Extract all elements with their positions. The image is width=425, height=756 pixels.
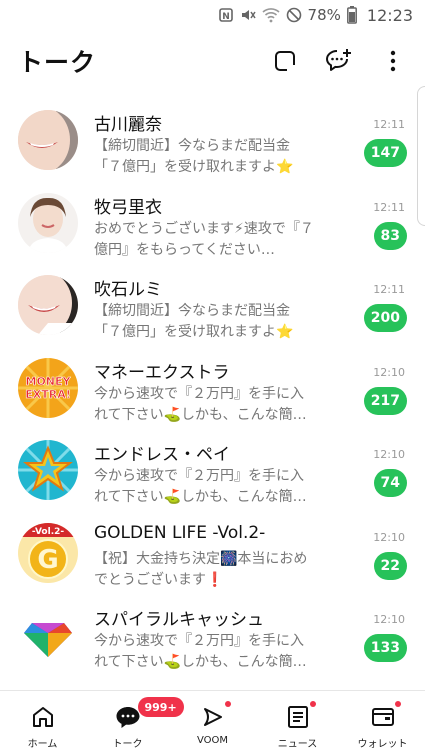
chat-name: スパイラルキャッシュ <box>94 610 264 630</box>
svg-text:EXTRA!: EXTRA! <box>25 388 71 401</box>
woman-portrait-avatar <box>18 192 78 253</box>
chat-time: 12:10 <box>373 365 405 379</box>
svg-text:G: G <box>37 545 58 575</box>
star-burst-logo <box>18 440 78 500</box>
nav-voom[interactable]: VOOM <box>170 691 255 756</box>
unread-count-badge: 133 <box>363 634 407 662</box>
svg-text:N: N <box>222 12 230 22</box>
news-notification-dot <box>309 701 316 707</box>
chat-row[interactable]: スパイラルキャッシュ 今から速攻で『２万円』を手に入れて下さい⛳しかも、こんな簡… <box>0 593 425 676</box>
chat-preview: 【締切間近】今ならまだ配当金「７億円」を受け取れますよ⭐ <box>94 138 294 175</box>
unread-count-badge: 83 <box>373 221 407 250</box>
nav-label: トーク <box>112 739 143 750</box>
chat-time: 12:10 <box>373 448 405 461</box>
voom-icon <box>199 703 227 731</box>
news-icon <box>284 703 312 731</box>
new-chat-button[interactable] <box>325 47 353 75</box>
header-actions <box>271 30 407 92</box>
chat-row[interactable]: -Vol.2- G GOLDEN LIFE -Vol.2- 【祝】大金持ち決定🎆本… <box>0 511 425 594</box>
no-sim-icon <box>286 7 302 23</box>
nav-label: VOOM <box>196 735 229 746</box>
woman-smile-avatar <box>18 275 78 335</box>
more-menu-button[interactable] <box>379 47 407 75</box>
svg-text:-Vol.2-: -Vol.2- <box>32 527 65 537</box>
chat-list: 古川麗奈 【締切間近】今ならまだ配当金「７億円」を受け取れますよ⭐ 12:11 … <box>0 98 425 690</box>
rounded-square-icon <box>275 51 295 71</box>
nav-label: ホーム <box>27 739 58 750</box>
chat-preview: おめでとうございます⚡速攻で『７億円』をもらってください… <box>94 220 314 258</box>
status-time: 12:23 <box>366 5 413 25</box>
chat-name: GOLDEN LIFE -Vol.2- <box>94 522 266 543</box>
nav-home[interactable]: ホーム <box>0 691 85 756</box>
chat-preview: 【締切間近】今ならまだ配当金「７億円」を受け取れますよ⭐ <box>94 303 294 340</box>
unread-count-badge: 147 <box>363 139 407 167</box>
nav-label: ウォレット <box>357 739 408 750</box>
unread-count-badge: 74 <box>373 469 407 497</box>
chat-row[interactable]: 吹石ルミ 【締切間近】今ならまだ配当金「７億円」を受け取れますよ⭐ 12:11 … <box>0 263 425 346</box>
kebab-menu-icon <box>390 50 396 72</box>
home-icon <box>29 703 57 731</box>
chat-time: 12:10 <box>373 613 405 626</box>
unread-count-badge: 217 <box>363 386 407 415</box>
chat-name: マネーエクストラ <box>94 362 230 383</box>
chat-plus-icon <box>326 49 351 71</box>
wallet-notification-dot <box>394 701 401 707</box>
bottom-nav: ホーム 999+ トーク VOOM ニュース ウォレット <box>0 690 425 756</box>
diamond-logo <box>18 605 78 665</box>
page-title: トーク <box>18 48 97 77</box>
chat-preview: 今から速攻で『２万円』を手に入れて下さい⛳しかも、こんな簡… <box>94 385 307 423</box>
unread-count-badge: 200 <box>363 304 407 332</box>
svg-text:MONEY: MONEY <box>26 375 72 388</box>
unread-count-badge: 22 <box>373 551 407 580</box>
chat-time: 12:11 <box>373 118 405 131</box>
chat-preview: 今から速攻で『２万円』を手に入れて下さい⛳しかも、こんな簡… <box>94 633 307 670</box>
nav-talk[interactable]: 999+ トーク <box>85 691 184 756</box>
wallet-icon <box>369 703 397 731</box>
chat-time: 12:11 <box>373 200 405 214</box>
chat-time: 12:11 <box>373 283 405 296</box>
nav-wallet[interactable]: ウォレット <box>340 691 425 756</box>
chat-name: 古川麗奈 <box>94 115 162 135</box>
chat-name: エンドレス・ペイ <box>94 445 230 465</box>
status-bar: N 78% 12:23 <box>0 0 425 30</box>
money-extra-logo: MONEY EXTRA! <box>18 357 78 418</box>
battery-icon <box>346 6 357 24</box>
nav-news[interactable]: ニュース <box>255 691 340 756</box>
golden-life-logo: -Vol.2- G <box>18 522 78 583</box>
chat-row[interactable]: MONEY EXTRA! マネーエクストラ 今から速攻で『２万円』を手に入れて下さ… <box>0 346 425 429</box>
chat-name: 吹石ルミ <box>94 280 162 300</box>
voom-notification-dot <box>224 701 231 707</box>
chat-row[interactable]: 古川麗奈 【締切間近】今ならまだ配当金「７億円」を受け取れますよ⭐ 12:11 … <box>0 98 425 181</box>
chat-row[interactable]: エンドレス・ペイ 今から速攻で『２万円』を手に入れて下さい⛳しかも、こんな簡… … <box>0 428 425 511</box>
battery-percent: 78% <box>307 6 341 24</box>
chat-name: 牧弓里衣 <box>94 197 162 218</box>
search-square-button[interactable] <box>271 47 299 75</box>
woman-smile-avatar <box>18 110 78 170</box>
chat-row[interactable]: 牧弓里衣 おめでとうございます⚡速攻で『７億円』をもらってください… 12:11… <box>0 181 425 264</box>
wifi-icon <box>262 7 280 23</box>
mute-icon <box>240 7 256 23</box>
nfc-icon: N <box>218 7 234 23</box>
chat-time: 12:10 <box>373 530 405 544</box>
nav-label: ニュース <box>277 739 318 750</box>
page-header: トーク <box>0 30 425 92</box>
chat-preview: 【祝】大金持ち決定🎆本当におめでとうございます❗ <box>94 550 308 588</box>
chat-preview: 今から速攻で『２万円』を手に入れて下さい⛳しかも、こんな簡… <box>94 468 307 505</box>
